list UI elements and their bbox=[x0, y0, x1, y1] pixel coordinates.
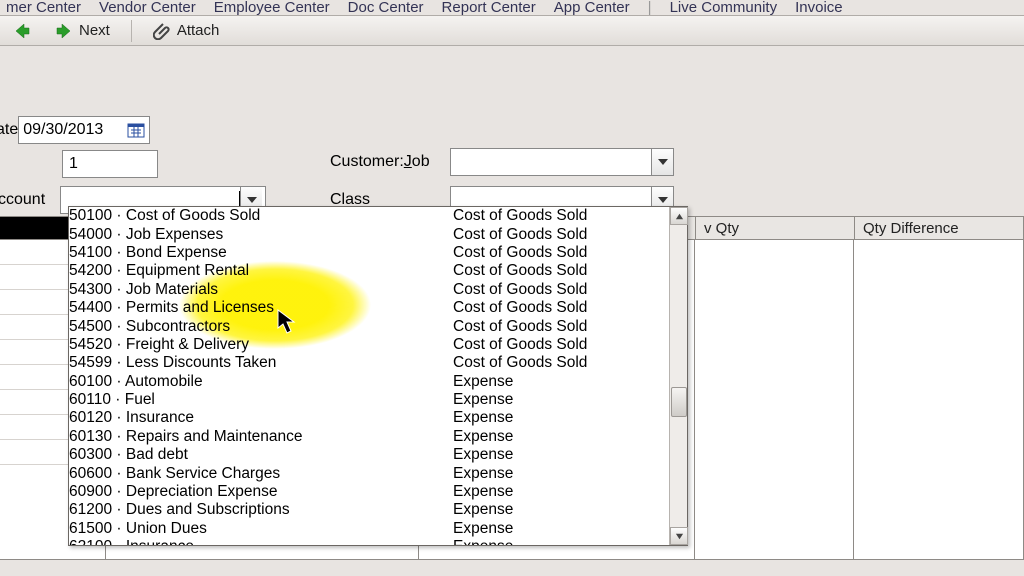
form-workspace: ate Customer:Job Class ccount bbox=[0, 46, 1024, 576]
grid-body-col5[interactable] bbox=[854, 240, 1024, 560]
account-option-name: 60900 · Depreciation Expense bbox=[69, 483, 453, 501]
arrow-left-icon bbox=[13, 22, 31, 40]
chevron-down-icon[interactable] bbox=[651, 149, 673, 175]
account-option-type: Cost of Goods Sold bbox=[453, 281, 669, 299]
account-option[interactable]: 54000 · Job ExpensesCost of Goods Sold bbox=[69, 225, 669, 243]
customer-combo[interactable] bbox=[450, 148, 674, 176]
account-option[interactable]: 54200 · Equipment RentalCost of Goods So… bbox=[69, 262, 669, 280]
date-input[interactable] bbox=[23, 121, 123, 139]
account-option-type: Expense bbox=[453, 446, 669, 464]
menu-item[interactable]: Doc Center bbox=[348, 0, 424, 16]
scroll-thumb[interactable] bbox=[671, 387, 687, 417]
account-option-name: 60100 · Automobile bbox=[69, 373, 453, 391]
account-option-type: Cost of Goods Sold bbox=[453, 299, 669, 317]
account-option-name: 60110 · Fuel bbox=[69, 391, 453, 409]
account-option-name: 61200 · Dues and Subscriptions bbox=[69, 501, 453, 519]
menu-item[interactable]: mer Center bbox=[6, 0, 81, 16]
calendar-icon[interactable] bbox=[127, 121, 145, 139]
account-option-name: 54000 · Job Expenses bbox=[69, 226, 453, 244]
account-option-name: 61500 · Union Dues bbox=[69, 520, 453, 538]
arrow-right-icon bbox=[55, 22, 73, 40]
account-option[interactable]: 62100 · InsuranceExpense bbox=[69, 538, 669, 545]
record-toolbar: Next Attach bbox=[0, 16, 1024, 46]
account-option[interactable]: 54400 · Permits and LicensesCost of Good… bbox=[69, 299, 669, 317]
account-option-name: 50100 · Cost of Goods Sold bbox=[69, 207, 453, 225]
account-option[interactable]: 61500 · Union DuesExpense bbox=[69, 520, 669, 538]
account-option-type: Cost of Goods Sold bbox=[453, 336, 669, 354]
account-option-name: 54500 · Subcontractors bbox=[69, 318, 453, 336]
account-option-type: Expense bbox=[453, 483, 669, 501]
date-field[interactable] bbox=[18, 116, 150, 144]
account-option[interactable]: 60100 · AutomobileExpense bbox=[69, 373, 669, 391]
menu-item[interactable]: App Center bbox=[554, 0, 630, 16]
account-option-type: Expense bbox=[453, 391, 669, 409]
grid-body-col4[interactable] bbox=[695, 240, 854, 560]
paperclip-icon bbox=[153, 22, 171, 40]
customer-input[interactable] bbox=[451, 149, 651, 175]
account-option[interactable]: 60110 · FuelExpense bbox=[69, 391, 669, 409]
account-option[interactable]: 60120 · InsuranceExpense bbox=[69, 409, 669, 427]
account-option-type: Cost of Goods Sold bbox=[453, 207, 669, 225]
dropdown-scrollbar[interactable] bbox=[669, 207, 687, 545]
account-option-name: 54100 · Bond Expense bbox=[69, 244, 453, 262]
account-option[interactable]: 54520 · Freight & DeliveryCost of Goods … bbox=[69, 336, 669, 354]
prev-button[interactable] bbox=[6, 19, 38, 43]
menu-separator: | bbox=[648, 0, 652, 16]
date-label: ate bbox=[0, 121, 18, 139]
account-option-name: 54300 · Job Materials bbox=[69, 281, 453, 299]
account-option-name: 60130 · Repairs and Maintenance bbox=[69, 428, 453, 446]
account-option-type: Expense bbox=[453, 409, 669, 427]
menu-item[interactable]: Employee Center bbox=[214, 0, 330, 16]
attach-label: Attach bbox=[177, 22, 220, 39]
account-option-type: Cost of Goods Sold bbox=[453, 226, 669, 244]
account-option[interactable]: 60600 · Bank Service ChargesExpense bbox=[69, 464, 669, 482]
account-option[interactable]: 54300 · Job MaterialsCost of Goods Sold bbox=[69, 281, 669, 299]
account-option-name: 54200 · Equipment Rental bbox=[69, 262, 453, 280]
scroll-up-icon[interactable] bbox=[670, 207, 688, 225]
app-menubar[interactable]: mer Center Vendor Center Employee Center Do… bbox=[0, 0, 1024, 16]
menu-item[interactable]: Invoice bbox=[795, 0, 843, 16]
account-dropdown[interactable]: 50100 · Cost of Goods SoldCost of Goods … bbox=[68, 206, 688, 546]
account-option-type: Expense bbox=[453, 520, 669, 538]
account-option-name: 54520 · Freight & Delivery bbox=[69, 336, 453, 354]
menu-item[interactable]: Live Community bbox=[670, 0, 778, 16]
menu-item[interactable]: Vendor Center bbox=[99, 0, 196, 16]
account-option[interactable]: 54599 · Less Discounts TakenCost of Good… bbox=[69, 354, 669, 372]
account-option[interactable]: 50100 · Cost of Goods SoldCost of Goods … bbox=[69, 207, 669, 225]
account-option-type: Cost of Goods Sold bbox=[453, 244, 669, 262]
account-option-type: Expense bbox=[453, 373, 669, 391]
account-option[interactable]: 54500 · SubcontractorsCost of Goods Sold bbox=[69, 317, 669, 335]
account-option-type: Cost of Goods Sold bbox=[453, 354, 669, 372]
account-option-name: 62100 · Insurance bbox=[69, 538, 453, 545]
account-option-type: Cost of Goods Sold bbox=[453, 262, 669, 280]
account-option-type: Cost of Goods Sold bbox=[453, 318, 669, 336]
scroll-down-icon[interactable] bbox=[670, 527, 688, 545]
refno-input[interactable] bbox=[62, 150, 158, 178]
account-option[interactable]: 60900 · Depreciation ExpenseExpense bbox=[69, 483, 669, 501]
attach-button[interactable]: Attach bbox=[146, 19, 227, 43]
account-option-type: Expense bbox=[453, 501, 669, 519]
next-label: Next bbox=[79, 22, 110, 39]
account-option[interactable]: 61200 · Dues and SubscriptionsExpense bbox=[69, 501, 669, 519]
grid-col-qty[interactable]: v Qty bbox=[696, 217, 855, 239]
account-option[interactable]: 60300 · Bad debtExpense bbox=[69, 446, 669, 464]
next-button[interactable]: Next bbox=[48, 19, 117, 43]
account-option-name: 60120 · Insurance bbox=[69, 409, 453, 427]
account-label: ccount bbox=[0, 191, 60, 209]
toolbar-separator bbox=[131, 20, 132, 42]
account-option-type: Expense bbox=[453, 428, 669, 446]
account-option-type: Expense bbox=[453, 465, 669, 483]
account-option-name: 60600 · Bank Service Charges bbox=[69, 465, 453, 483]
account-option-name: 54599 · Less Discounts Taken bbox=[69, 354, 453, 372]
account-option[interactable]: 60130 · Repairs and MaintenanceExpense bbox=[69, 428, 669, 446]
account-option-type: Expense bbox=[453, 538, 669, 545]
account-option[interactable]: 54100 · Bond ExpenseCost of Goods Sold bbox=[69, 244, 669, 262]
customer-label: Customer:Job bbox=[330, 153, 450, 171]
account-option-name: 60300 · Bad debt bbox=[69, 446, 453, 464]
account-option-name: 54400 · Permits and Licenses bbox=[69, 299, 453, 317]
menu-item[interactable]: Report Center bbox=[442, 0, 536, 16]
grid-col-diff[interactable]: Qty Difference bbox=[855, 217, 1023, 239]
